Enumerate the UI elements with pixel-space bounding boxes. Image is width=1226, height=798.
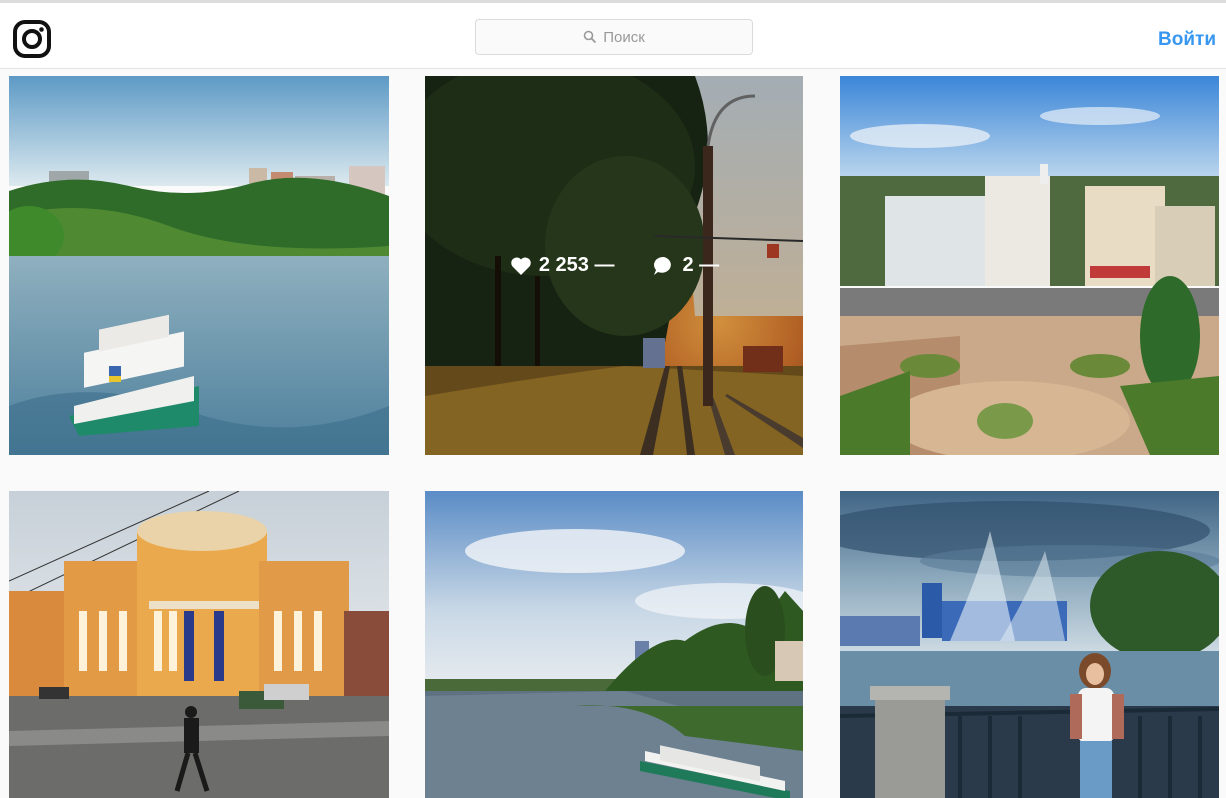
post-tile-city-square[interactable] xyxy=(840,76,1219,455)
post-tile-river-embankment[interactable] xyxy=(425,491,803,798)
posts-grid: 2 253 — 2 — xyxy=(0,70,1226,798)
post-hover-overlay: 2 253 — 2 — xyxy=(425,76,803,455)
post-tile-yellow-building[interactable] xyxy=(9,491,389,798)
post-tile-river-boat[interactable] xyxy=(9,76,389,455)
instagram-camera-icon[interactable] xyxy=(12,19,52,59)
post-image xyxy=(9,491,389,798)
search-input[interactable]: Поиск xyxy=(475,19,753,55)
login-link[interactable]: Войти xyxy=(1158,29,1216,51)
search-icon xyxy=(583,30,597,44)
post-image xyxy=(840,76,1219,455)
post-image xyxy=(425,491,803,798)
comments-count: 2 — xyxy=(652,254,719,278)
speech-bubble-icon xyxy=(654,256,672,275)
post-image xyxy=(9,76,389,455)
search-placeholder: Поиск xyxy=(603,28,645,46)
post-tile-tram-rails[interactable]: 2 253 — 2 — xyxy=(425,76,803,455)
likes-count: 2 253 — xyxy=(509,254,615,278)
post-tile-fountain[interactable] xyxy=(840,491,1219,798)
comments-value: 2 — xyxy=(682,254,720,276)
top-nav-bar: Поиск Войти xyxy=(0,3,1226,69)
heart-icon xyxy=(511,256,531,275)
post-image xyxy=(840,491,1219,798)
likes-value: 2 253 — xyxy=(538,254,615,276)
